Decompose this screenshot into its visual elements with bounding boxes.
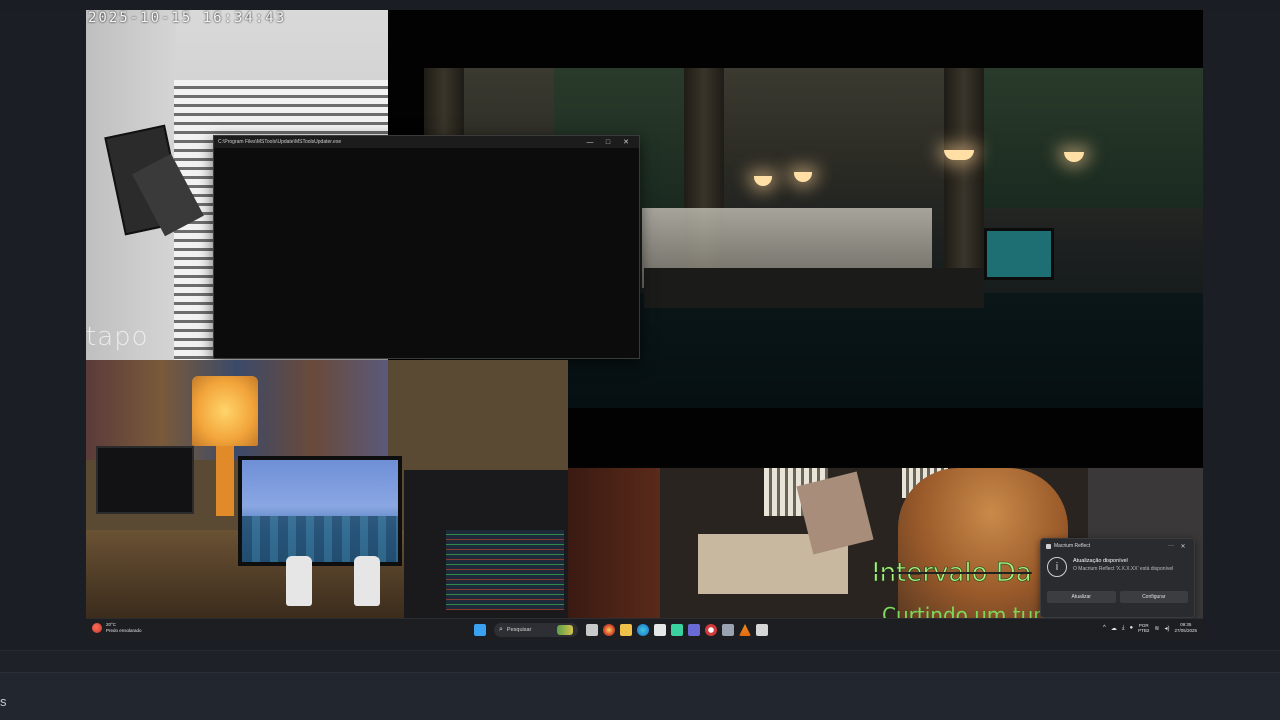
weather-desc: Predo ensolarado [106, 628, 142, 633]
host-panel [0, 672, 1280, 720]
toast-header: Macrium Reflect ··· ✕ [1041, 539, 1194, 553]
close-icon[interactable]: ✕ [1177, 543, 1189, 550]
console-title: C:\Program Files\MSTools\Update\MSToolsU… [218, 139, 342, 145]
teams-icon[interactable] [688, 624, 700, 636]
settings-icon[interactable] [722, 624, 734, 636]
close-icon[interactable]: ✕ [617, 138, 635, 146]
door [568, 468, 660, 618]
search-highlight-icon [557, 625, 573, 635]
weather-text: 20°C Predo ensolarado [106, 622, 142, 634]
wifi-icon[interactable]: ≋ [1154, 625, 1159, 632]
antivirus-tray-icon[interactable]: ● [1130, 625, 1134, 631]
keyboard-layout: PTB2 [1138, 628, 1150, 633]
office-window [984, 68, 1203, 208]
snipping-tool-icon[interactable] [756, 624, 768, 636]
vlc-icon[interactable] [739, 624, 751, 636]
tapo-logo: tapo [86, 322, 149, 352]
weather-icon [92, 623, 102, 633]
store-icon[interactable] [654, 624, 666, 636]
lamp [192, 376, 258, 446]
maximize-icon[interactable]: □ [599, 139, 617, 146]
main-monitor [238, 456, 402, 566]
search-icon: ⌕ [499, 626, 503, 633]
terminal-icon[interactable] [671, 624, 683, 636]
notification-toast[interactable]: Macrium Reflect ··· ✕ i Atualização disp… [1040, 538, 1195, 618]
stream-overlay-title: Intervalo Da [872, 558, 1032, 589]
monitor-graph [446, 530, 564, 610]
chevron-up-icon[interactable]: ^ [1103, 625, 1106, 631]
toast-message: O Macrium Reflect 'X.X.X.XX' está dispon… [1073, 566, 1174, 572]
edge-icon[interactable] [637, 624, 649, 636]
clock-date: 27/05/2025 [1174, 628, 1197, 633]
volume-icon[interactable]: ◂) [1164, 625, 1169, 632]
console-titlebar[interactable]: C:\Program Files\MSTools\Update\MSToolsU… [214, 136, 639, 148]
office-desk [644, 268, 984, 308]
system-tray: ^ ☁ ⤓ ● POR PTB2 ≋ ◂) 09:35 27/05/2025 [1103, 622, 1197, 634]
toast-texts: Atualização disponível O Macrium Reflect… [1073, 555, 1188, 587]
camera-feed-room [86, 360, 568, 618]
task-view-icon[interactable] [586, 624, 598, 636]
more-icon[interactable]: ··· [1165, 543, 1177, 549]
viewer-root: 2025-10-15 16:34:43 tapo C:\Program File… [0, 0, 1280, 720]
toast-body: i Atualização disponível O Macrium Refle… [1041, 553, 1194, 589]
lamp-stand [216, 446, 234, 516]
configure-button[interactable]: Configurar [1119, 591, 1188, 603]
remote-screen[interactable]: 2025-10-15 16:34:43 tapo C:\Program File… [86, 10, 1203, 640]
search-placeholder: Pesquisar [506, 627, 532, 633]
taskbar-apps: ⌕ Pesquisar [474, 623, 768, 637]
host-toolbar [0, 650, 1280, 672]
language-indicator[interactable]: POR PTB2 [1138, 623, 1149, 633]
cloud-icon[interactable]: ☁ [1111, 625, 1117, 632]
ceiling-lamp [794, 172, 812, 182]
info-icon: i [1047, 557, 1067, 577]
left-monitor [96, 446, 194, 514]
antivirus-icon[interactable] [705, 624, 717, 636]
update-button[interactable]: Atualizar [1047, 591, 1116, 603]
host-edge-text: s [0, 694, 7, 709]
ceiling-lamp [754, 176, 772, 186]
file-explorer-icon[interactable] [620, 624, 632, 636]
office-monitor [984, 228, 1054, 280]
office-pillar [944, 68, 984, 268]
browser-icon[interactable] [603, 624, 615, 636]
toast-heading: Atualização disponível [1073, 558, 1128, 564]
search-input[interactable]: ⌕ Pesquisar [494, 623, 578, 637]
top-band [0, 0, 1280, 10]
toast-buttons: Atualizar Configurar [1041, 589, 1194, 605]
bottle [354, 556, 380, 606]
bottle [286, 556, 312, 606]
app-icon [1046, 543, 1051, 549]
minimize-icon[interactable]: — [581, 139, 599, 146]
download-icon[interactable]: ⤓ [1122, 625, 1125, 632]
console-window[interactable]: C:\Program Files\MSTools\Update\MSToolsU… [213, 135, 640, 359]
toast-app-name: Macrium Reflect [1054, 543, 1091, 549]
clock[interactable]: 09:35 27/05/2025 [1174, 622, 1197, 634]
weather-widget[interactable]: 20°C Predo ensolarado [92, 622, 142, 634]
camera-timestamp: 2025-10-15 16:34:43 [88, 10, 287, 26]
start-icon[interactable] [474, 624, 486, 636]
taskbar: 20°C Predo ensolarado ⌕ Pesquisar ^ ☁ ⤓ … [86, 618, 1203, 640]
